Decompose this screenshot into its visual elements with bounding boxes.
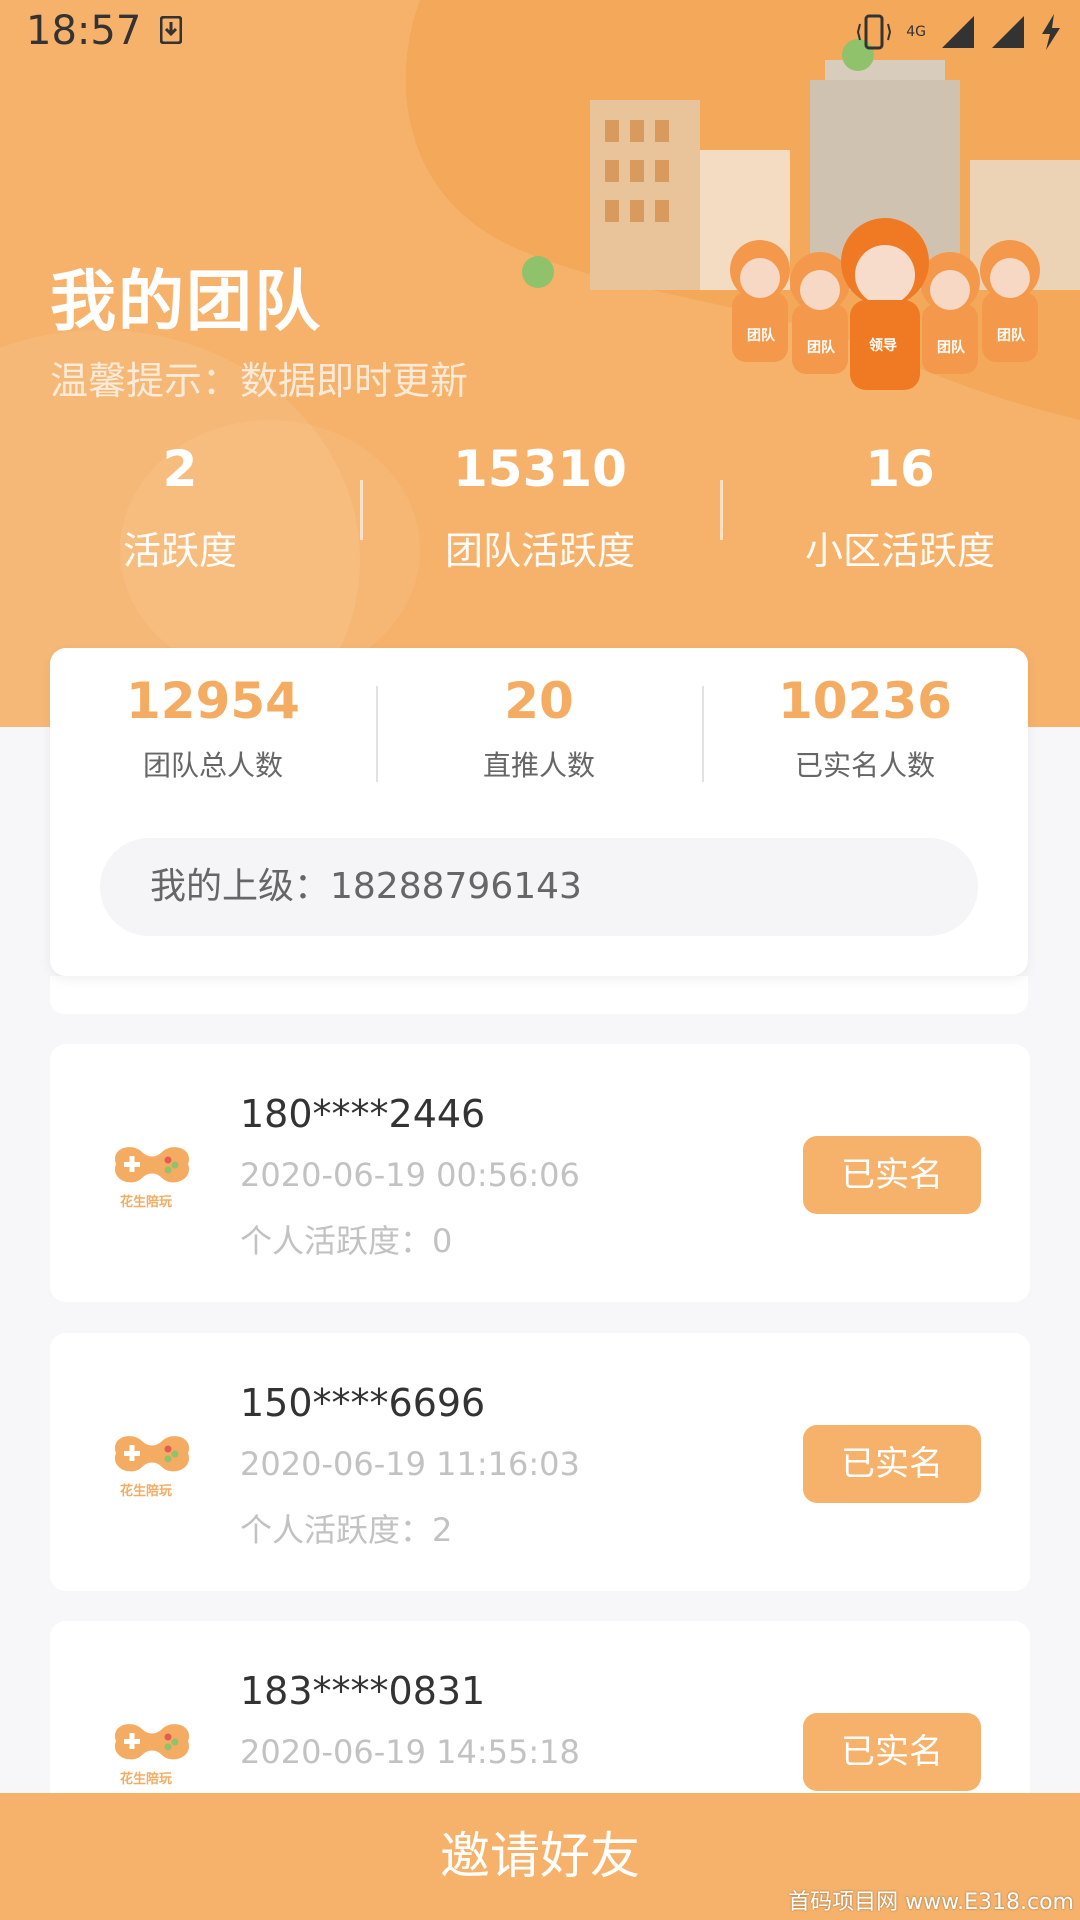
- logo-text: 花生陪玩: [120, 1483, 172, 1498]
- vibrate-icon: [857, 14, 892, 50]
- stat-team-activity: 15310 团队活跃度: [360, 440, 720, 600]
- stat-value: 10236: [778, 672, 952, 730]
- member-join-time: 2020-06-19 11:16:03: [240, 1445, 580, 1483]
- watermark: 首码项目网 www.E318.com: [788, 1890, 1074, 1915]
- illustration-label: 团队: [997, 327, 1026, 343]
- charging-icon: [1042, 14, 1060, 50]
- peanut-logo-icon: 花生陪玩: [114, 1724, 190, 1786]
- stat-value: 2: [162, 440, 198, 498]
- signal-icon: [942, 16, 974, 48]
- member-card[interactable]: 花生陪玩 180****2446 2020-06-19 00:56:06 个人活…: [50, 1044, 1030, 1302]
- member-phone: 180****2446: [240, 1092, 486, 1136]
- card-strip: [50, 976, 1028, 1014]
- verified-badge-button[interactable]: 已实名: [803, 1136, 981, 1214]
- status-icons: 4G: [856, 10, 1062, 54]
- stat-value: 16: [865, 440, 935, 498]
- member-phone: 150****6696: [240, 1381, 486, 1425]
- stat-value: 15310: [453, 440, 627, 498]
- member-join-time: 2020-06-19 00:56:06: [240, 1156, 580, 1194]
- team-header: 团队 团队 领导 团队 团队 18:57 4G 我的团队 温馨提示：数据即时更新…: [0, 0, 1080, 727]
- stat-label: 已实名人数: [794, 749, 935, 782]
- illustration-label: 团队: [747, 327, 776, 343]
- stat-value: 20: [504, 672, 574, 730]
- peanut-logo-icon: 花生陪玩: [114, 1436, 190, 1498]
- stat-label: 活跃度: [122, 529, 237, 573]
- stat-label: 团队活跃度: [444, 529, 635, 573]
- page-title: 我的团队: [50, 263, 322, 340]
- download-icon: [160, 16, 182, 44]
- illustration-label: 团队: [807, 339, 836, 355]
- status-time: 18:57: [26, 8, 142, 54]
- verified-badge-button[interactable]: 已实名: [803, 1713, 981, 1791]
- summary-stats: 12954 团队总人数 20 直推人数 10236 已实名人数: [50, 648, 1028, 818]
- stat-label: 小区活跃度: [804, 529, 995, 573]
- logo-text: 花生陪玩: [120, 1771, 172, 1786]
- stat-label: 团队总人数: [142, 749, 283, 782]
- illustration-label: 领导: [869, 337, 897, 353]
- logo-text: 花生陪玩: [120, 1194, 172, 1209]
- peanut-logo-icon: 花生陪玩: [114, 1147, 190, 1209]
- summary-card: 12954 团队总人数 20 直推人数 10236 已实名人数 我的上级：182…: [50, 648, 1028, 976]
- page-tip: 温馨提示：数据即时更新: [50, 359, 469, 403]
- stat-value: 12954: [126, 672, 300, 730]
- member-phone: 183****0831: [240, 1669, 486, 1713]
- stat-direct-referrals: 20 直推人数: [376, 672, 702, 818]
- network-type: 4G: [906, 24, 926, 40]
- stat-label: 直推人数: [482, 749, 595, 782]
- member-activity: 个人活跃度：0: [240, 1222, 453, 1260]
- stat-district-activity: 16 小区活跃度: [720, 440, 1080, 600]
- stat-activity: 2 活跃度: [0, 440, 360, 600]
- illustration-label: 团队: [937, 339, 966, 355]
- superior-info: 我的上级：18288796143: [100, 838, 978, 936]
- member-card[interactable]: 花生陪玩 150****6696 2020-06-19 11:16:03 个人活…: [50, 1333, 1030, 1591]
- activity-stats: 2 活跃度 15310 团队活跃度 16 小区活跃度: [0, 440, 1080, 600]
- stat-verified-count: 10236 已实名人数: [702, 672, 1028, 818]
- member-activity: 个人活跃度：2: [240, 1511, 453, 1549]
- verified-badge-button[interactable]: 已实名: [803, 1425, 981, 1503]
- status-bar: 18:57 4G: [0, 0, 1080, 64]
- stat-team-total: 12954 团队总人数: [50, 672, 376, 818]
- signal-icon: [992, 16, 1024, 48]
- member-join-time: 2020-06-19 14:55:18: [240, 1733, 580, 1771]
